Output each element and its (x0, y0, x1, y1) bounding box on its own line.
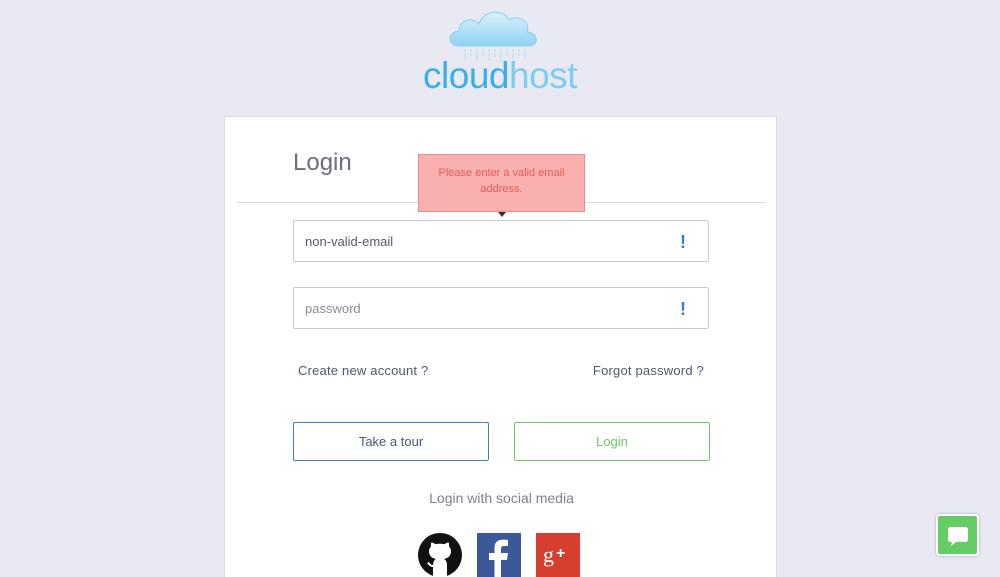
svg-text:+: + (556, 545, 565, 562)
chat-bubble-icon (948, 527, 968, 546)
tooltip-arrow-icon (498, 212, 506, 217)
social-login-buttons: g + (225, 533, 778, 577)
github-login-button[interactable] (418, 533, 462, 577)
password-warning-icon: ! (680, 299, 686, 319)
social-login-label: Login with social media (429, 490, 574, 506)
google-plus-icon: g + (543, 542, 565, 567)
google-plus-login-button[interactable]: g + (536, 533, 580, 577)
github-icon (418, 533, 462, 577)
validation-tooltip: Please enter a valid email address. (418, 154, 585, 217)
email-warning-icon: ! (680, 232, 686, 252)
take-tour-button[interactable]: Take a tour (293, 422, 489, 461)
brand-logo: cloudhost (0, 0, 1000, 110)
validation-tooltip-text: Please enter a valid email address. (438, 167, 565, 195)
login-card: Login Please enter a valid email address… (224, 116, 777, 577)
email-field[interactable] (294, 221, 664, 261)
page-title: Login (293, 149, 352, 176)
brand-name: cloudhost (0, 56, 1000, 96)
facebook-login-button[interactable] (477, 533, 521, 577)
chat-widget-button[interactable] (936, 514, 979, 556)
svg-text:g: g (543, 542, 554, 567)
brand-name-dark: cloud (423, 55, 509, 96)
create-account-link[interactable]: Create new account ? (298, 363, 428, 378)
password-field[interactable] (294, 288, 664, 328)
facebook-icon (489, 539, 508, 577)
email-field-wrapper: ! (293, 220, 709, 262)
password-field-wrapper: ! (293, 287, 709, 329)
brand-name-light: host (509, 55, 577, 96)
login-button[interactable]: Login (514, 422, 710, 461)
forgot-password-link[interactable]: Forgot password ? (593, 363, 704, 378)
login-page: cloudhost Login Please enter a valid ema… (0, 0, 1000, 577)
